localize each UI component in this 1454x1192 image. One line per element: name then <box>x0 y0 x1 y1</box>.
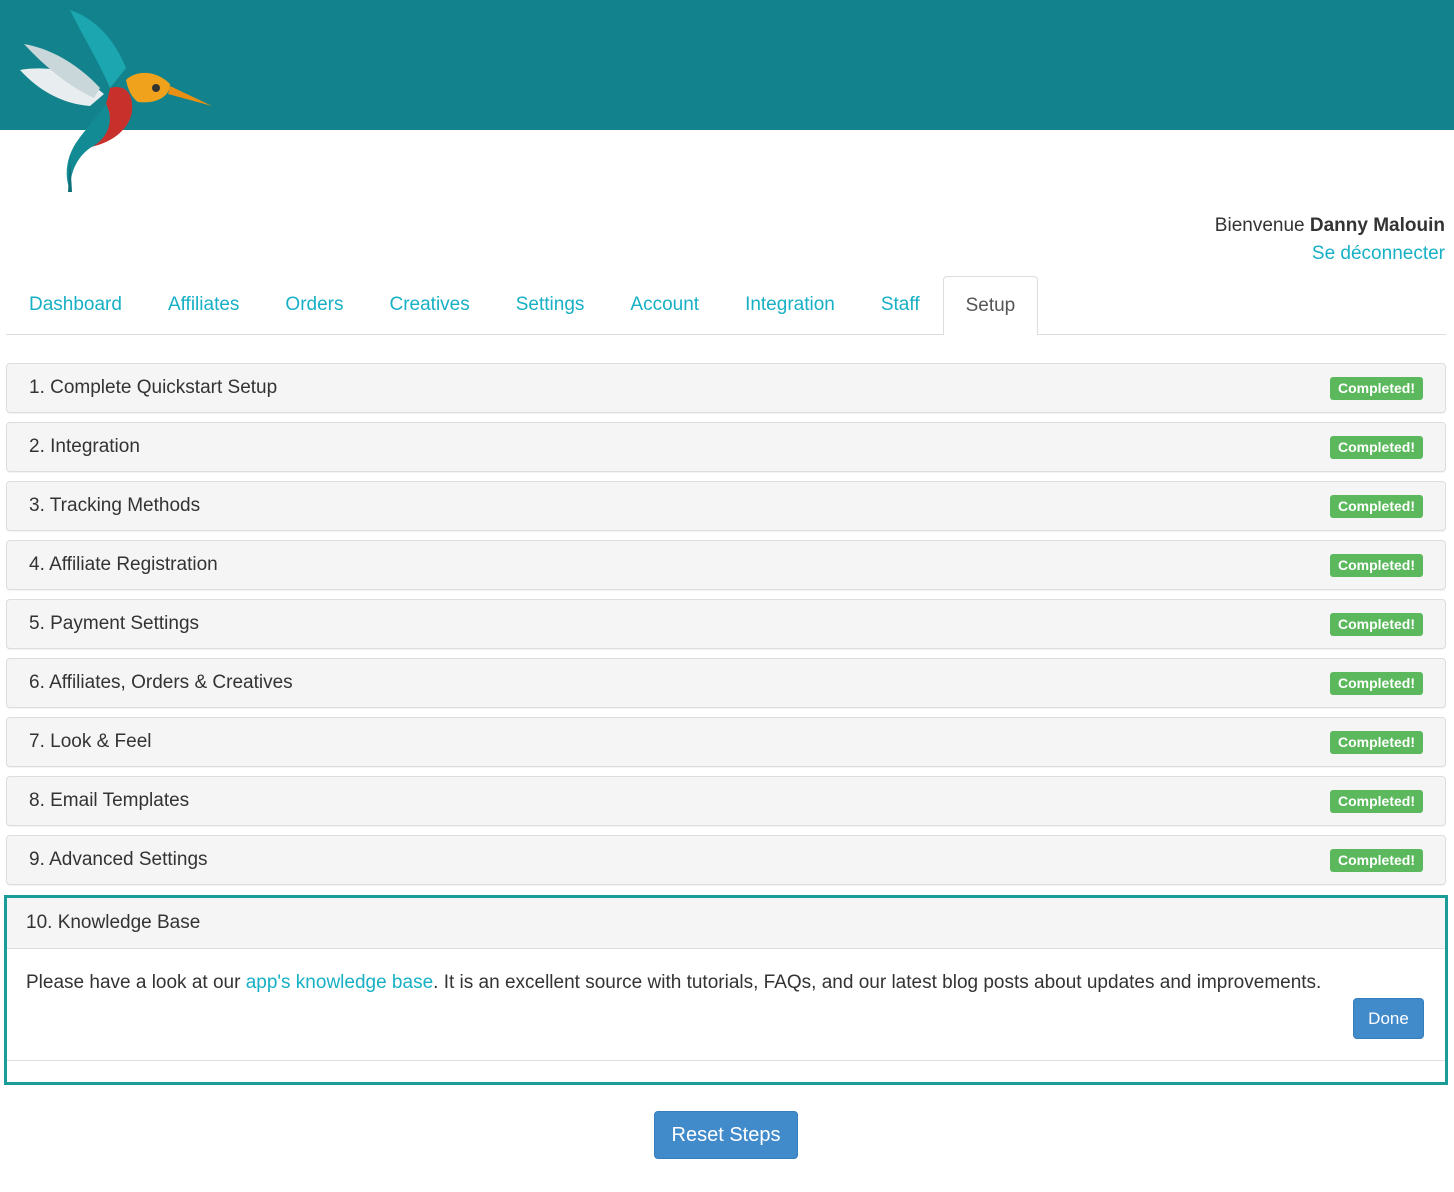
step-panel-integration[interactable]: 2. Integration Completed! <box>6 422 1446 472</box>
reset-steps-button[interactable]: Reset Steps <box>654 1111 798 1159</box>
knowledge-base-link[interactable]: app's knowledge base <box>246 972 433 993</box>
status-badge: Completed! <box>1330 848 1423 872</box>
knowledge-base-header[interactable]: 10. Knowledge Base <box>7 898 1445 949</box>
step-title: 9. Advanced Settings <box>29 849 208 870</box>
step-title: 5. Payment Settings <box>29 613 200 634</box>
kb-text-before: Please have a look at our <box>26 972 246 993</box>
user-welcome: Bienvenue Danny Malouin Se déconnecter <box>1215 212 1445 268</box>
status-badge: Completed! <box>1330 789 1423 813</box>
status-badge: Completed! <box>1330 553 1423 577</box>
step-panel-look-and-feel[interactable]: 7. Look & Feel Completed! <box>6 717 1446 767</box>
main-tabs: Dashboard Affiliates Orders Creatives Se… <box>6 276 1446 335</box>
step-panel-quickstart[interactable]: 1. Complete Quickstart Setup Completed! <box>6 363 1446 413</box>
welcome-line: Bienvenue Danny Malouin <box>1215 212 1445 240</box>
done-button[interactable]: Done <box>1353 998 1424 1039</box>
step-panel-affiliates-orders-creatives[interactable]: 6. Affiliates, Orders & Creatives Comple… <box>6 658 1446 708</box>
greeting-text: Bienvenue <box>1214 215 1305 236</box>
step-panel-advanced-settings[interactable]: 9. Advanced Settings Completed! <box>6 835 1446 885</box>
tab-creatives[interactable]: Creatives <box>367 276 493 333</box>
logout-link[interactable]: Se déconnecter <box>1215 240 1445 268</box>
tab-staff[interactable]: Staff <box>858 276 943 333</box>
step-title: 1. Complete Quickstart Setup <box>29 377 278 398</box>
status-badge: Completed! <box>1330 376 1423 400</box>
status-badge: Completed! <box>1330 435 1423 459</box>
tab-setup[interactable]: Setup <box>942 276 1039 335</box>
step-panel-payment-settings[interactable]: 5. Payment Settings Completed! <box>6 599 1446 649</box>
step-panel-tracking-methods[interactable]: 3. Tracking Methods Completed! <box>6 481 1446 531</box>
step-title: 6. Affiliates, Orders & Creatives <box>29 672 293 693</box>
step-panel-email-templates[interactable]: 8. Email Templates Completed! <box>6 776 1446 826</box>
hummingbird-logo-icon[interactable] <box>14 8 219 198</box>
status-badge: Completed! <box>1330 612 1423 636</box>
status-badge: Completed! <box>1330 671 1423 695</box>
tab-settings[interactable]: Settings <box>493 276 608 333</box>
tab-account[interactable]: Account <box>607 276 722 333</box>
tab-affiliates[interactable]: Affiliates <box>145 276 262 333</box>
tab-orders[interactable]: Orders <box>262 276 366 333</box>
status-badge: Completed! <box>1330 494 1423 518</box>
tab-integration[interactable]: Integration <box>722 276 858 333</box>
step-title: 7. Look & Feel <box>29 731 152 752</box>
setup-steps: 1. Complete Quickstart Setup Completed! … <box>6 363 1446 894</box>
step-title: 3. Tracking Methods <box>29 495 201 516</box>
step-title: 10. Knowledge Base <box>26 912 201 933</box>
step-title: 8. Email Templates <box>29 790 190 811</box>
step-panel-affiliate-registration[interactable]: 4. Affiliate Registration Completed! <box>6 540 1446 590</box>
step-panel-knowledge-base: 10. Knowledge Base Please have a look at… <box>4 895 1448 1085</box>
tab-dashboard[interactable]: Dashboard <box>6 276 145 333</box>
step-title: 2. Integration <box>29 436 140 457</box>
knowledge-base-body: Please have a look at our app's knowledg… <box>7 949 1445 1061</box>
user-name: Danny Malouin <box>1309 215 1445 236</box>
kb-text-after: . It is an excellent source with tutoria… <box>433 972 1322 993</box>
status-badge: Completed! <box>1330 730 1423 754</box>
step-title: 4. Affiliate Registration <box>29 554 218 575</box>
